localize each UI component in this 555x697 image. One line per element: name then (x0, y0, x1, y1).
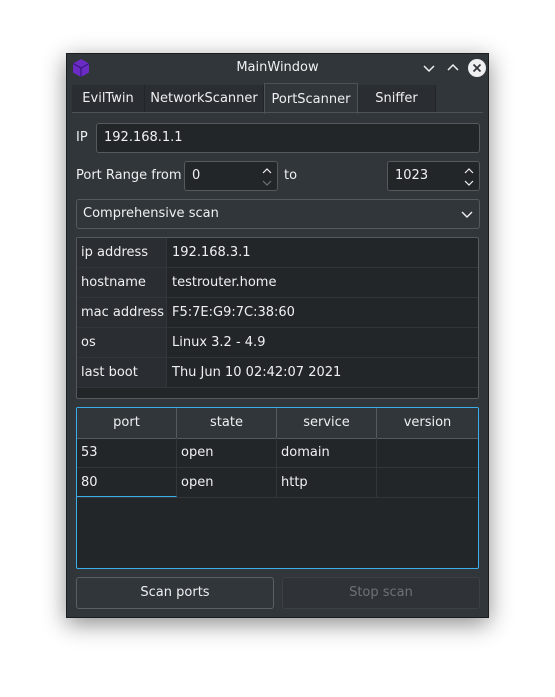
info-value: Linux 3.2 - 4.9 (172, 335, 266, 350)
tab-divider (72, 112, 483, 113)
info-row-last-boot[interactable]: last boot Thu Jun 10 02:42:07 2021 (77, 358, 478, 388)
port-from-spinbox[interactable]: 0 (184, 161, 278, 191)
tab-eviltwin[interactable]: EvilTwin (72, 85, 145, 113)
ip-label: IP (76, 130, 88, 145)
info-value: Thu Jun 10 02:42:07 2021 (172, 365, 342, 380)
scan-type-select[interactable]: Comprehensive scan (76, 199, 480, 229)
tab-portscanner[interactable]: PortScanner (264, 83, 358, 114)
cell-state[interactable]: open (177, 438, 277, 467)
info-key: os (77, 328, 167, 357)
table-row[interactable]: 80 open http (77, 468, 478, 498)
host-info-table: ip address 192.168.3.1 hostname testrout… (76, 237, 479, 399)
header-port[interactable]: port (77, 408, 177, 438)
info-value: testrouter.home (172, 275, 277, 290)
info-row-ip[interactable]: ip address 192.168.3.1 (77, 238, 478, 268)
info-value: 192.168.3.1 (172, 245, 251, 260)
ports-table-header: port state service version (77, 408, 478, 439)
port-to-label: to (284, 168, 298, 183)
table-row[interactable]: 53 open domain (77, 438, 478, 468)
scan-ports-button[interactable]: Scan ports (76, 577, 274, 609)
close-icon[interactable] (467, 58, 487, 78)
info-value: F5:7E:G9:7C:38:60 (172, 305, 295, 320)
chevron-down-icon (461, 211, 473, 218)
tab-networkscanner[interactable]: NetworkScanner (145, 85, 264, 113)
header-version[interactable]: version (377, 408, 478, 438)
tab-bar: EvilTwin NetworkScanner PortScanner Snif… (72, 83, 483, 114)
info-key: hostname (77, 268, 167, 297)
port-range-label: Port Range from (76, 168, 182, 183)
spin-arrows-icon[interactable] (261, 164, 273, 190)
cell-port[interactable]: 53 (77, 438, 177, 467)
maximize-icon[interactable] (443, 58, 463, 78)
cell-service[interactable]: http (277, 468, 377, 497)
info-key: mac address (77, 298, 167, 327)
ip-input[interactable]: 192.168.1.1 (96, 123, 480, 153)
info-row-mac[interactable]: mac address F5:7E:G9:7C:38:60 (77, 298, 478, 328)
stop-scan-button[interactable]: Stop scan (282, 577, 480, 609)
minimize-icon[interactable] (419, 58, 439, 78)
port-from-value: 0 (192, 168, 201, 183)
info-key: last boot (77, 358, 167, 387)
main-window: MainWindow EvilTwin NetworkScanner PortS… (66, 53, 489, 618)
info-row-hostname[interactable]: hostname testrouter.home (77, 268, 478, 298)
scan-type-value: Comprehensive scan (83, 206, 219, 221)
cell-version[interactable] (377, 468, 478, 497)
port-to-spinbox[interactable]: 1023 (387, 161, 480, 191)
tab-sniffer[interactable]: Sniffer (358, 85, 436, 113)
port-to-value: 1023 (395, 168, 429, 183)
cell-version[interactable] (377, 438, 478, 467)
header-state[interactable]: state (177, 408, 277, 438)
header-service[interactable]: service (277, 408, 377, 438)
spin-arrows-icon[interactable] (463, 164, 475, 190)
cell-service[interactable]: domain (277, 438, 377, 467)
info-row-os[interactable]: os Linux 3.2 - 4.9 (77, 328, 478, 358)
cell-state[interactable]: open (177, 468, 277, 497)
titlebar[interactable]: MainWindow (67, 54, 488, 82)
cell-port[interactable]: 80 (77, 468, 177, 497)
info-key: ip address (77, 238, 167, 267)
ports-table[interactable]: port state service version 53 open domai… (76, 407, 479, 569)
